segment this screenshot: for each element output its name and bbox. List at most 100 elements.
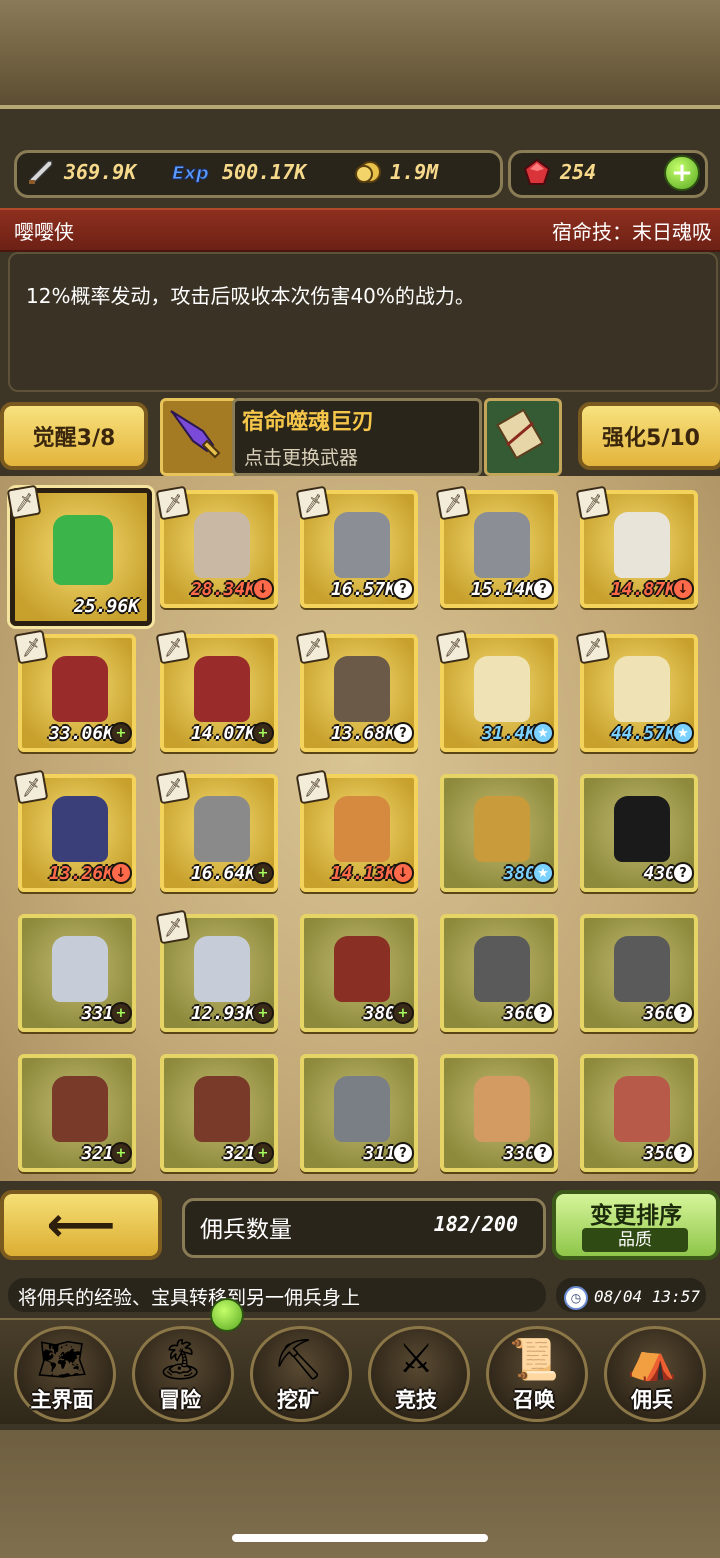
mercenary-card[interactable]: 321 + bbox=[18, 1054, 136, 1172]
mercenary-portrait bbox=[194, 512, 250, 578]
mercenary-portrait bbox=[474, 1076, 530, 1142]
mercenary-power: 15.14K bbox=[470, 579, 536, 600]
tip-text: 将佣兵的经验、宝具转移到另一佣兵身上 bbox=[18, 1287, 361, 1309]
mercenary-power: 14.07K bbox=[190, 723, 256, 744]
sort-button-label: 变更排序 bbox=[590, 1203, 682, 1229]
svg-text:Exp: Exp bbox=[172, 163, 209, 184]
nav-label: 召唤 bbox=[513, 1388, 555, 1412]
mercenary-portrait bbox=[52, 1076, 108, 1142]
nav-item-5[interactable]: ⛺ 佣兵 bbox=[594, 1322, 710, 1422]
mercenary-portrait bbox=[194, 796, 250, 862]
mercenary-portrait bbox=[334, 512, 390, 578]
mercenary-card[interactable]: 321 + bbox=[160, 1054, 278, 1172]
exp-icon: Exp bbox=[172, 163, 210, 185]
mercenary-power: 13.68K bbox=[330, 723, 396, 744]
coin-icon bbox=[355, 161, 381, 183]
mercenary-portrait bbox=[474, 796, 530, 862]
top-background bbox=[0, 0, 720, 110]
summon-scroll-icon: 📜 bbox=[509, 1337, 559, 1383]
weapon-equipped-icon: 🗡 bbox=[435, 629, 471, 665]
enhance-button[interactable]: 强化5/10 bbox=[578, 402, 720, 470]
nav-label: 佣兵 bbox=[631, 1388, 673, 1412]
status-down-icon: ↓ bbox=[672, 578, 694, 600]
destiny-skill: 宿命技：末日魂吸 bbox=[552, 220, 712, 244]
mercenary-power: 14.87K bbox=[610, 579, 676, 600]
mercenary-card[interactable]: 🗡 25.96K bbox=[6, 484, 152, 626]
change-weapon-hint: 点击更换武器 bbox=[244, 447, 359, 469]
nav-item-0[interactable]: 🗺 主界面 bbox=[4, 1322, 120, 1422]
weapon-equipped-icon: 🗡 bbox=[13, 629, 49, 665]
mercenary-card[interactable]: 🗡 14.13K ↓ bbox=[295, 769, 418, 892]
mercenary-power: 33.06K bbox=[48, 723, 114, 744]
mercenary-power: 31.4K bbox=[481, 723, 536, 744]
tent-icon: ⛺ bbox=[627, 1337, 677, 1383]
mercenary-portrait bbox=[53, 515, 113, 585]
mercenary-card[interactable]: 🗡 14.87K ↓ bbox=[575, 485, 698, 608]
mercenary-card[interactable]: 🗡 44.57K ★ bbox=[575, 629, 698, 752]
weapon-name: 宿命噬魂巨刃 bbox=[242, 410, 375, 435]
weapon-equipped-icon: 🗡 bbox=[435, 485, 471, 521]
mercenary-card[interactable]: 330? bbox=[440, 1054, 558, 1172]
ruby-icon bbox=[523, 158, 551, 185]
mercenary-card[interactable]: 🗡 14.07K + bbox=[155, 629, 278, 752]
notification-dot bbox=[210, 1298, 244, 1332]
mercenary-card[interactable]: 🗡 15.14K? bbox=[435, 485, 558, 608]
mercenary-card[interactable]: 350? bbox=[580, 1054, 698, 1172]
mercenary-power: 16.64K bbox=[190, 863, 256, 884]
mercenary-portrait bbox=[474, 656, 530, 722]
nav-item-1[interactable]: 🏝 冒险 bbox=[122, 1322, 238, 1422]
exp-resource: Exp 500.17K bbox=[170, 158, 307, 186]
mercenary-card[interactable]: 331 + bbox=[18, 914, 136, 1032]
mercenary-power: 44.57K bbox=[610, 723, 676, 744]
status-down-icon: ↓ bbox=[110, 862, 132, 884]
mercenary-card[interactable]: 🗡 13.68K? bbox=[295, 629, 418, 752]
scroll-item-slot[interactable] bbox=[484, 398, 562, 476]
mercenary-card[interactable]: 🗡 13.26K ↓ bbox=[13, 769, 136, 892]
mercenary-card[interactable]: 🗡 16.57K? bbox=[295, 485, 418, 608]
mercenary-card[interactable]: 380 ★ bbox=[440, 774, 558, 892]
mercenary-portrait bbox=[52, 936, 108, 1002]
weapon-slot[interactable] bbox=[160, 398, 238, 476]
awaken-button[interactable]: 觉醒3/8 bbox=[0, 402, 148, 470]
mercenary-card[interactable]: 430? bbox=[580, 774, 698, 892]
mercenary-power: 12.93K bbox=[190, 1003, 256, 1024]
add-gems-button[interactable]: + bbox=[664, 155, 700, 191]
nav-item-2[interactable]: ⛏ 挖矿 bbox=[240, 1322, 356, 1422]
mercenary-card[interactable]: 380 + bbox=[300, 914, 418, 1032]
weapon-equipped-icon: 🗡 bbox=[6, 484, 42, 520]
gold-value: 1.9M bbox=[390, 160, 439, 184]
mercenary-power: 28.34K bbox=[190, 579, 256, 600]
status-down-icon: ↓ bbox=[392, 862, 414, 884]
scroll-icon bbox=[496, 408, 544, 460]
purple-blade-icon bbox=[170, 410, 221, 459]
weapon-equipped-icon: 🗡 bbox=[13, 769, 49, 805]
mercenary-card[interactable]: 🗡 31.4K ★ bbox=[435, 629, 558, 752]
mercenary-portrait bbox=[194, 1076, 250, 1142]
back-button[interactable]: ⟵ bbox=[0, 1190, 162, 1260]
status-plus-icon: + bbox=[110, 1002, 132, 1024]
mercenary-portrait bbox=[474, 936, 530, 1002]
crossed-swords-icon: ⚔ bbox=[398, 1336, 434, 1382]
status-plus-icon: + bbox=[252, 722, 274, 744]
status-plus-icon: + bbox=[110, 722, 132, 744]
mercenary-card[interactable]: 360? bbox=[440, 914, 558, 1032]
status-plus-icon: + bbox=[252, 862, 274, 884]
status-plus-icon: + bbox=[252, 1142, 274, 1164]
mercenary-portrait bbox=[334, 1076, 390, 1142]
mercenary-card[interactable]: 🗡 12.93K + bbox=[155, 909, 278, 1032]
nav-item-4[interactable]: 📜 召唤 bbox=[476, 1322, 592, 1422]
attack-value: 369.9K bbox=[64, 160, 137, 184]
status-star-icon: ★ bbox=[532, 722, 554, 744]
mercenary-card[interactable]: 360? bbox=[580, 914, 698, 1032]
status-q-icon: ? bbox=[392, 1142, 414, 1164]
mercenary-card[interactable]: 🗡 33.06K + bbox=[13, 629, 136, 752]
skill-description-box bbox=[8, 252, 718, 392]
gem-resource: 254 bbox=[522, 158, 596, 186]
mercenary-card[interactable]: 🗡 28.34K ↓ bbox=[155, 485, 278, 608]
nav-label: 挖矿 bbox=[277, 1388, 319, 1412]
home-indicator[interactable] bbox=[232, 1534, 488, 1542]
attack-resource: 369.9K bbox=[26, 158, 136, 186]
mercenary-card[interactable]: 311? bbox=[300, 1054, 418, 1172]
mercenary-card[interactable]: 🗡 16.64K + bbox=[155, 769, 278, 892]
nav-item-3[interactable]: ⚔ 竞技 bbox=[358, 1322, 474, 1422]
